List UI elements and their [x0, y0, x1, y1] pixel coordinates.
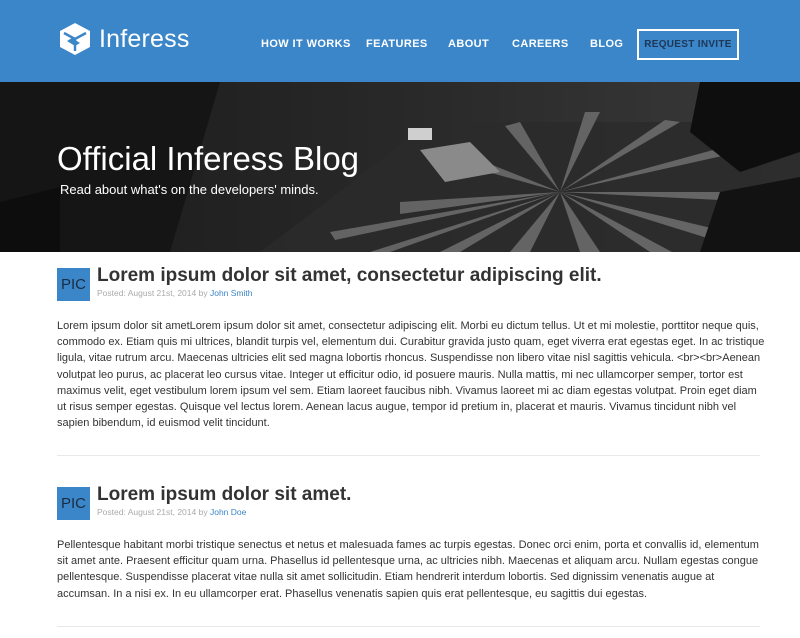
post-date: Posted: August 21st, 2014 by	[97, 288, 208, 298]
page-title: Official Inferess Blog	[57, 140, 360, 177]
brand-logo[interactable]: Inferess	[58, 22, 190, 56]
brand-name: Inferess	[99, 25, 190, 53]
post-divider	[57, 455, 760, 456]
post-author-link[interactable]: John Smith	[210, 288, 253, 298]
post-body: Pellentesque habitant morbi tristique se…	[57, 539, 759, 600]
author-avatar: PIC	[57, 487, 90, 520]
author-avatar: PIC	[57, 268, 90, 301]
hero-banner: Official Inferess Blog Read about what's…	[0, 82, 800, 252]
top-navbar: Inferess HOW IT WORKS FEATURES ABOUT CAR…	[0, 0, 800, 82]
nav-features[interactable]: FEATURES	[366, 38, 428, 50]
post-date: Posted: August 21st, 2014 by	[97, 507, 208, 517]
post-title[interactable]: Lorem ipsum dolor sit amet, consectetur …	[97, 265, 602, 287]
nav-careers[interactable]: CAREERS	[512, 38, 569, 50]
nav-blog[interactable]: BLOG	[590, 38, 623, 50]
post-divider	[57, 626, 760, 627]
inferess-cube-logo-icon	[60, 23, 90, 55]
post-meta: Posted: August 21st, 2014 by John Smith	[97, 288, 253, 298]
post-author-link[interactable]: John Doe	[210, 507, 246, 517]
nav-about[interactable]: ABOUT	[448, 38, 489, 50]
page-subtitle: Read about what's on the developers' min…	[60, 182, 319, 197]
post-body: Lorem ipsum dolor sit ametLorem ipsum do…	[57, 320, 765, 430]
post-meta: Posted: August 21st, 2014 by John Doe	[97, 507, 246, 517]
request-invite-button[interactable]: REQUEST INVITE	[637, 29, 739, 60]
nav-how-it-works[interactable]: HOW IT WORKS	[261, 38, 351, 50]
post-title[interactable]: Lorem ipsum dolor sit amet.	[97, 484, 351, 506]
